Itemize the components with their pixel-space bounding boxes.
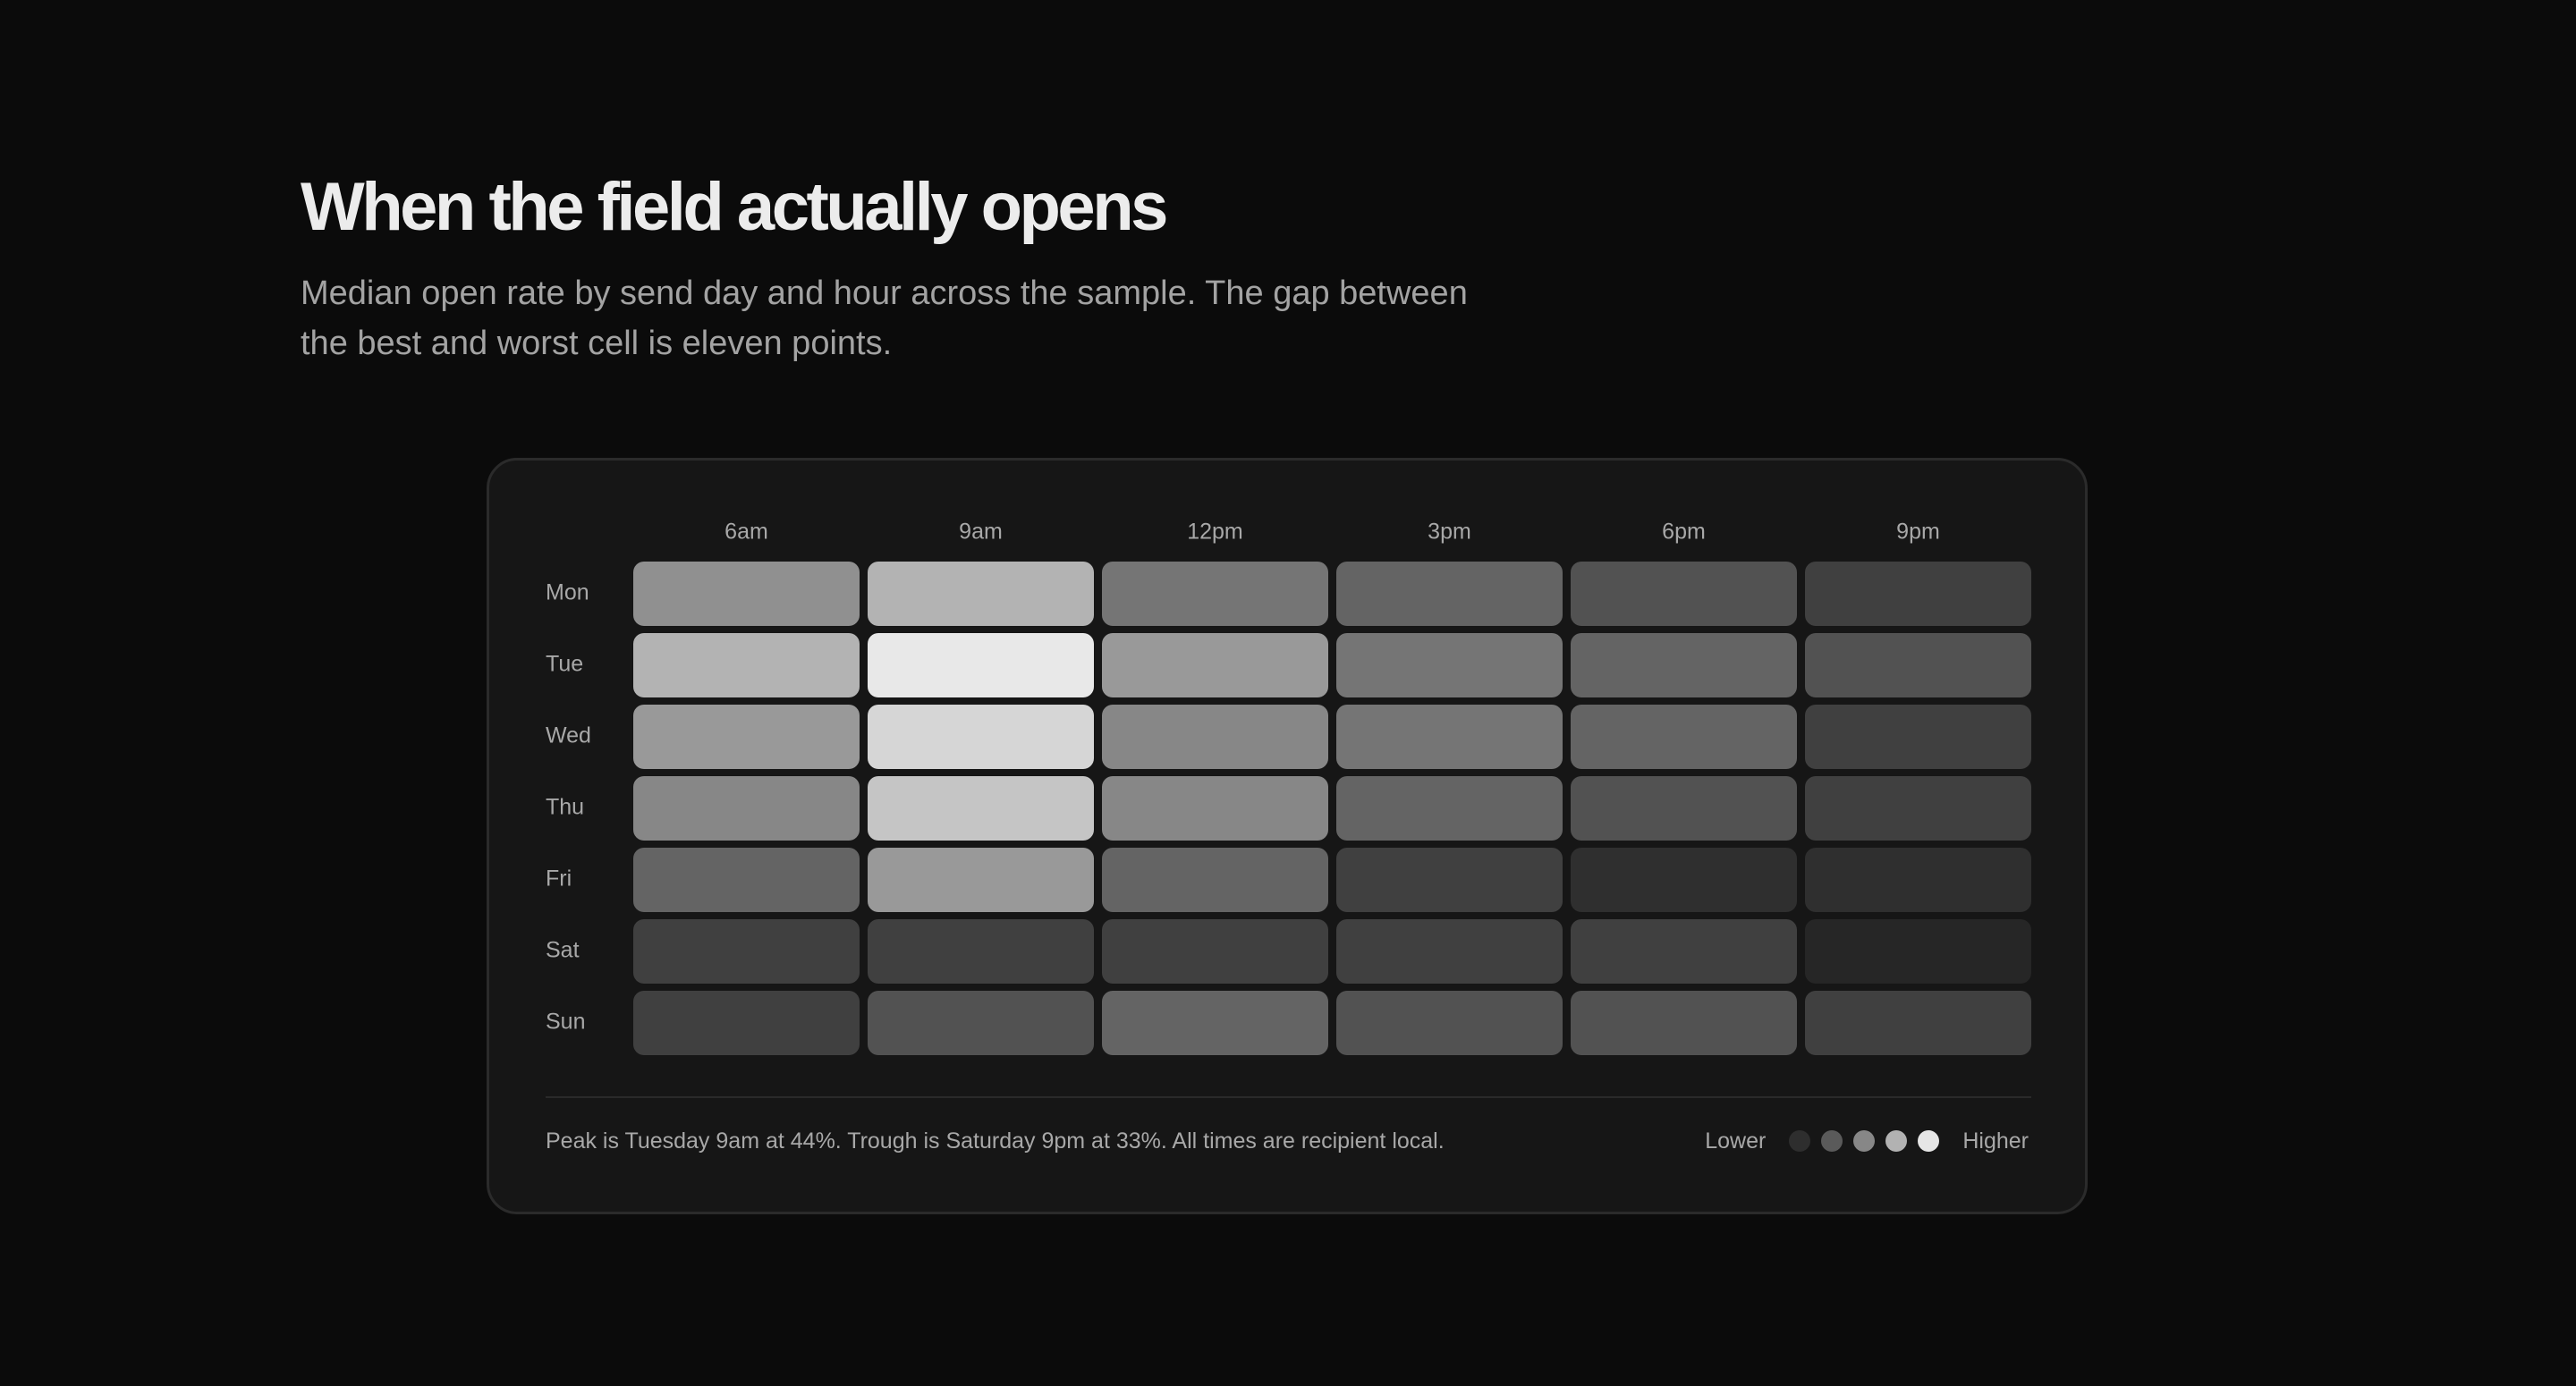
row-label-mon: Mon xyxy=(546,580,589,605)
legend-high-label: Higher xyxy=(1962,1128,2029,1154)
heatmap-cell-fri-9am xyxy=(868,848,1094,912)
heatmap-cell-wed-9am xyxy=(868,705,1094,769)
legend-swatch-5 xyxy=(1918,1130,1940,1152)
column-label-9am: 9am xyxy=(959,520,1003,545)
row-label-fri: Fri xyxy=(546,866,572,892)
page-subtitle: Median open rate by send day and hour ac… xyxy=(301,275,1468,362)
heatmap-cell-mon-9am xyxy=(868,562,1094,626)
heatmap-cell-thu-9pm xyxy=(1805,776,2031,841)
legend-swatch-2 xyxy=(1821,1130,1843,1152)
heatmap-cell-sat-6pm xyxy=(1571,919,1797,984)
heatmap-cell-sun-12pm xyxy=(1102,991,1328,1055)
heatmap-cell-fri-12pm xyxy=(1102,848,1328,912)
column-label-9pm: 9pm xyxy=(1896,520,1940,545)
chart-footnote: Peak is Tuesday 9am at 44%. Trough is Sa… xyxy=(546,1128,1445,1154)
heatmap-cell-sat-12pm xyxy=(1102,919,1328,984)
heatmap-card: 6am 9am 12pm 3pm 6pm 9pm Mon Tue Wed Thu Fri Sat Sun… xyxy=(487,458,2088,1214)
legend-swatch-3 xyxy=(1853,1130,1876,1152)
heatmap-cell-sun-6am xyxy=(633,991,860,1055)
divider xyxy=(546,1096,2031,1098)
legend-low-label: Lower xyxy=(1705,1128,1767,1154)
heatmap-cell-sun-9pm xyxy=(1805,991,2031,1055)
heatmap-cell-sun-3pm xyxy=(1336,991,1563,1055)
open-rate-heatmap: 6am 9am 12pm 3pm 6pm 9pm Mon Tue Wed Thu Fri Sat Sun xyxy=(546,520,2031,1055)
row-label-sat: Sat xyxy=(546,938,580,963)
heatmap-cell-thu-12pm xyxy=(1102,776,1328,841)
heatmap-cell-tue-9pm xyxy=(1805,633,2031,697)
heatmap-cell-mon-3pm xyxy=(1336,562,1563,626)
heatmap-cell-wed-3pm xyxy=(1336,705,1563,769)
heatmap-cell-wed-12pm xyxy=(1102,705,1328,769)
heatmap-cell-mon-9pm xyxy=(1805,562,2031,626)
heatmap-cell-sat-9am xyxy=(868,919,1094,984)
column-label-6am: 6am xyxy=(724,520,768,545)
page-title: When the field actually opens xyxy=(301,169,1168,245)
heatmap-cell-tue-3pm xyxy=(1336,633,1563,697)
heatmap-cell-fri-6am xyxy=(633,848,860,912)
heatmap-cell-wed-9pm xyxy=(1805,705,2031,769)
legend-swatch-4 xyxy=(1885,1130,1908,1152)
heatmap-cell-mon-6am xyxy=(633,562,860,626)
heatmap-cell-fri-3pm xyxy=(1336,848,1563,912)
heatmap-cell-thu-9am xyxy=(868,776,1094,841)
row-label-sun: Sun xyxy=(546,1010,585,1035)
color-legend: Lower Higher xyxy=(1705,1123,2029,1159)
heatmap-cell-wed-6am xyxy=(633,705,860,769)
heatmap-cell-thu-6pm xyxy=(1571,776,1797,841)
heatmap-cell-sat-6am xyxy=(633,919,860,984)
row-label-tue: Tue xyxy=(546,652,583,677)
heatmap-cell-sun-6pm xyxy=(1571,991,1797,1055)
heatmap-cell-fri-9pm xyxy=(1805,848,2031,912)
legend-swatches xyxy=(1784,1130,1945,1152)
column-label-6pm: 6pm xyxy=(1662,520,1706,545)
row-label-thu: Thu xyxy=(546,795,584,820)
heatmap-cell-sat-9pm xyxy=(1805,919,2031,984)
heatmap-cell-tue-6pm xyxy=(1571,633,1797,697)
heatmap-cell-tue-12pm xyxy=(1102,633,1328,697)
heatmap-cell-tue-6am xyxy=(633,633,860,697)
heatmap-cell-wed-6pm xyxy=(1571,705,1797,769)
row-label-wed: Wed xyxy=(546,723,591,748)
heatmap-cell-mon-6pm xyxy=(1571,562,1797,626)
heatmap-cell-thu-6am xyxy=(633,776,860,841)
column-label-12pm: 12pm xyxy=(1187,520,1243,545)
heatmap-cell-mon-12pm xyxy=(1102,562,1328,626)
column-label-3pm: 3pm xyxy=(1428,520,1471,545)
heatmap-cell-sun-9am xyxy=(868,991,1094,1055)
heatmap-cell-sat-3pm xyxy=(1336,919,1563,984)
heatmap-cell-thu-3pm xyxy=(1336,776,1563,841)
heatmap-cell-tue-9am xyxy=(868,633,1094,697)
heatmap-cell-fri-6pm xyxy=(1571,848,1797,912)
legend-swatch-1 xyxy=(1789,1130,1811,1152)
